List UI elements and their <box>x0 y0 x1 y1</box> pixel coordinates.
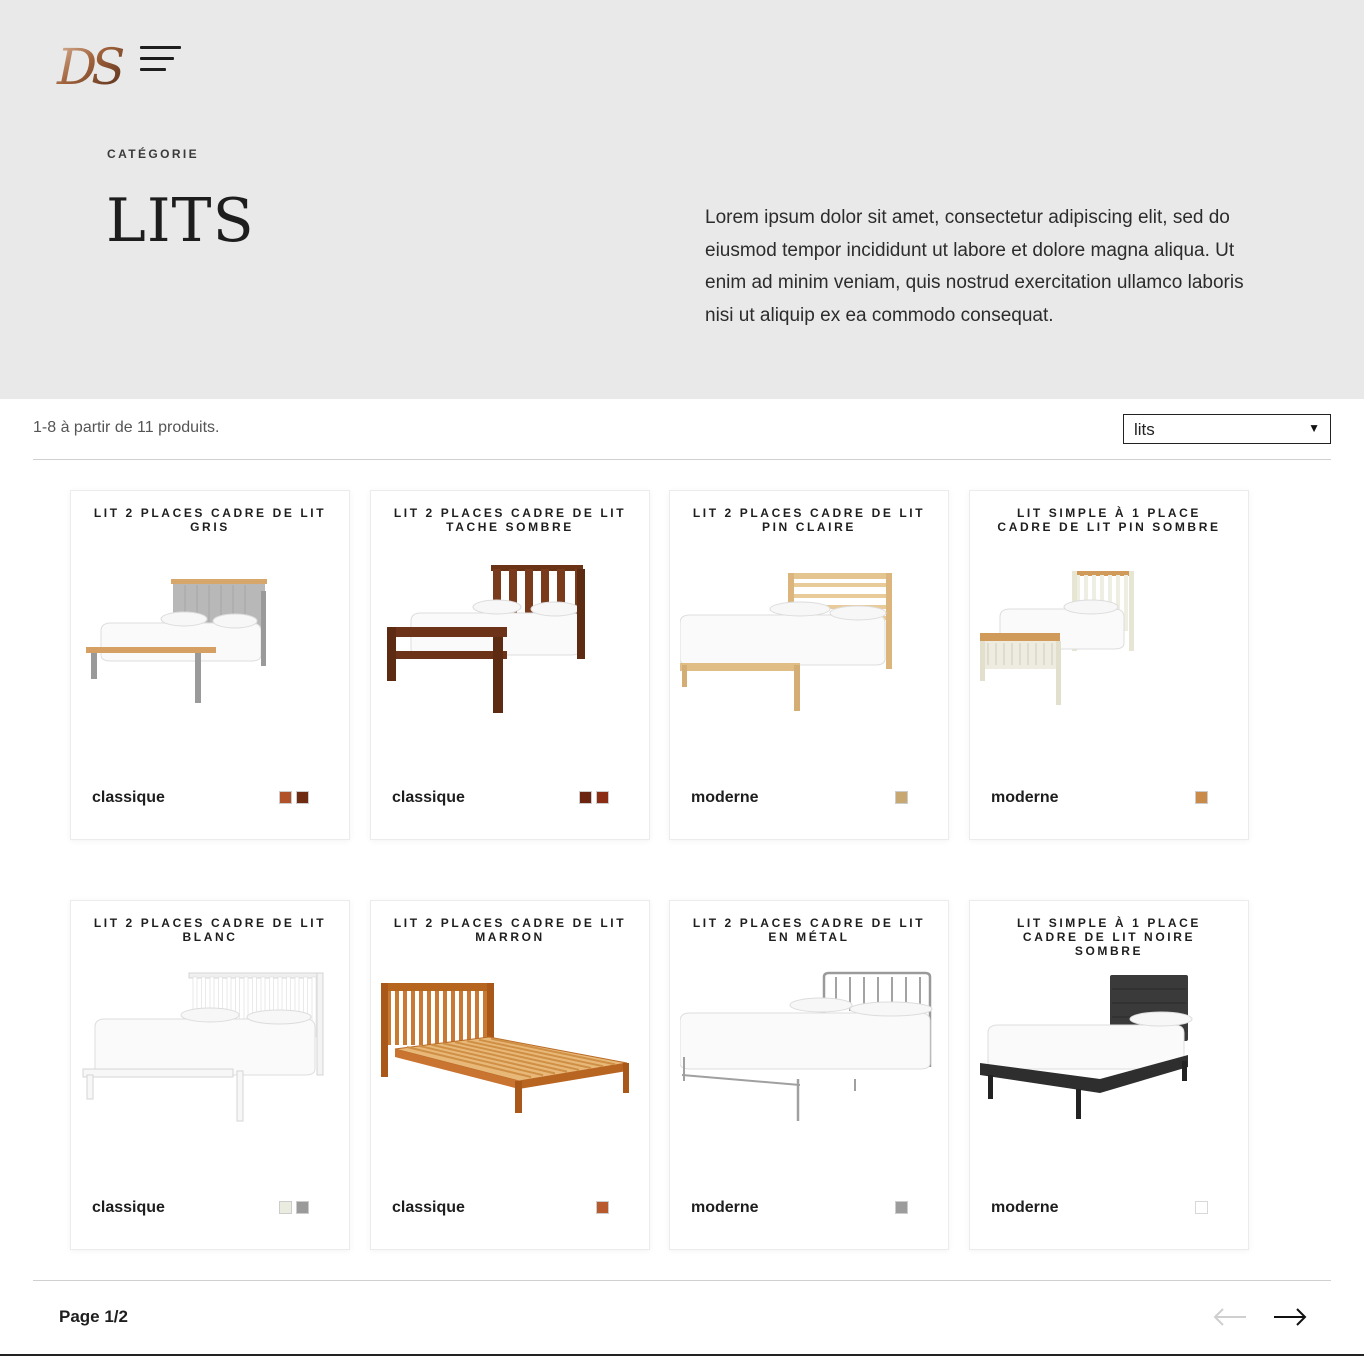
category-select-value: lits <box>1134 420 1155 439</box>
color-swatch[interactable] <box>279 791 292 804</box>
color-swatches <box>596 1201 609 1214</box>
category-select[interactable]: lits ▼ <box>1123 414 1331 444</box>
color-swatch[interactable] <box>596 1201 609 1214</box>
product-image[interactable] <box>81 971 339 1143</box>
product-title[interactable]: LIT 2 PLACES CADRE DE LIT BLANC <box>93 916 327 944</box>
color-swatch[interactable] <box>895 1201 908 1214</box>
product-image[interactable] <box>81 561 339 733</box>
brand-logo[interactable]: DS <box>55 38 133 96</box>
color-swatch[interactable] <box>296 791 309 804</box>
toolbar-divider <box>33 459 1331 460</box>
color-swatches <box>1195 1201 1208 1214</box>
product-image[interactable] <box>980 971 1238 1143</box>
product-title[interactable]: LIT SIMPLE À 1 PLACE CADRE DE LIT NOIRE … <box>992 916 1226 958</box>
product-title[interactable]: LIT 2 PLACES CADRE DE LIT PIN CLAIRE <box>692 506 926 534</box>
caret-down-icon: ▼ <box>1308 421 1320 435</box>
product-card[interactable]: LIT 2 PLACES CADRE DE LIT TACHE SOMBRE c… <box>370 490 650 840</box>
color-swatch[interactable] <box>1195 1201 1208 1214</box>
product-style: moderne <box>691 789 759 806</box>
color-swatch[interactable] <box>1195 791 1208 804</box>
category-description: Lorem ipsum dolor sit amet, consectetur … <box>705 207 1244 326</box>
results-count: 1-8 à partir de 11 produits. <box>33 419 220 436</box>
product-card[interactable]: LIT 2 PLACES CADRE DE LIT PIN CLAIRE mod… <box>669 490 949 840</box>
product-style: moderne <box>991 1199 1059 1216</box>
color-swatches <box>895 1201 908 1214</box>
product-style: classique <box>392 1199 465 1216</box>
product-title[interactable]: LIT 2 PLACES CADRE DE LIT TACHE SOMBRE <box>393 506 627 534</box>
product-title[interactable]: LIT 2 PLACES CADRE DE LIT EN MÉTAL <box>692 916 926 944</box>
color-swatches <box>579 791 609 804</box>
arrow-left-icon[interactable] <box>1212 1305 1248 1329</box>
product-card[interactable]: LIT SIMPLE À 1 PLACE CADRE DE LIT NOIRE … <box>969 900 1249 1250</box>
svg-text:DS: DS <box>56 40 123 90</box>
product-style: classique <box>92 1199 165 1216</box>
product-card[interactable]: LIT 2 PLACES CADRE DE LIT BLANC classiqu… <box>70 900 350 1250</box>
product-image[interactable] <box>381 971 639 1143</box>
pager-divider <box>33 1280 1331 1281</box>
arrow-right-icon[interactable] <box>1272 1305 1308 1329</box>
color-swatch[interactable] <box>596 791 609 804</box>
product-style: moderne <box>991 789 1059 806</box>
product-card[interactable]: LIT 2 PLACES CADRE DE LIT EN MÉTAL moder… <box>669 900 949 1250</box>
color-swatch[interactable] <box>895 791 908 804</box>
category-hero: DS CATÉGORIE LITS Lorem ipsum dolor sit … <box>0 0 1364 399</box>
product-card[interactable]: LIT 2 PLACES CADRE DE LIT GRIS classique <box>70 490 350 840</box>
product-card[interactable]: LIT SIMPLE À 1 PLACE CADRE DE LIT PIN SO… <box>969 490 1249 840</box>
color-swatches <box>279 791 309 804</box>
color-swatches <box>279 1201 309 1214</box>
product-image[interactable] <box>679 971 938 1143</box>
page-indicator: Page 1/2 <box>59 1307 128 1326</box>
product-image[interactable] <box>980 561 1238 733</box>
color-swatch[interactable] <box>279 1201 292 1214</box>
product-style: classique <box>392 789 465 806</box>
product-title[interactable]: LIT 2 PLACES CADRE DE LIT MARRON <box>393 916 627 944</box>
product-style: classique <box>92 789 165 806</box>
product-title[interactable]: LIT SIMPLE À 1 PLACE CADRE DE LIT PIN SO… <box>992 506 1226 534</box>
color-swatch[interactable] <box>296 1201 309 1214</box>
product-image[interactable] <box>381 561 639 733</box>
menu-icon[interactable] <box>140 44 182 78</box>
color-swatches <box>895 791 908 804</box>
page-title: LITS <box>106 186 255 256</box>
category-eyebrow: CATÉGORIE <box>107 147 200 161</box>
product-style: moderne <box>691 1199 759 1216</box>
color-swatch[interactable] <box>579 791 592 804</box>
product-image[interactable] <box>679 561 938 733</box>
product-card[interactable]: LIT 2 PLACES CADRE DE LIT MARRON classiq… <box>370 900 650 1250</box>
color-swatches <box>1195 791 1208 804</box>
product-title[interactable]: LIT 2 PLACES CADRE DE LIT GRIS <box>93 506 327 534</box>
